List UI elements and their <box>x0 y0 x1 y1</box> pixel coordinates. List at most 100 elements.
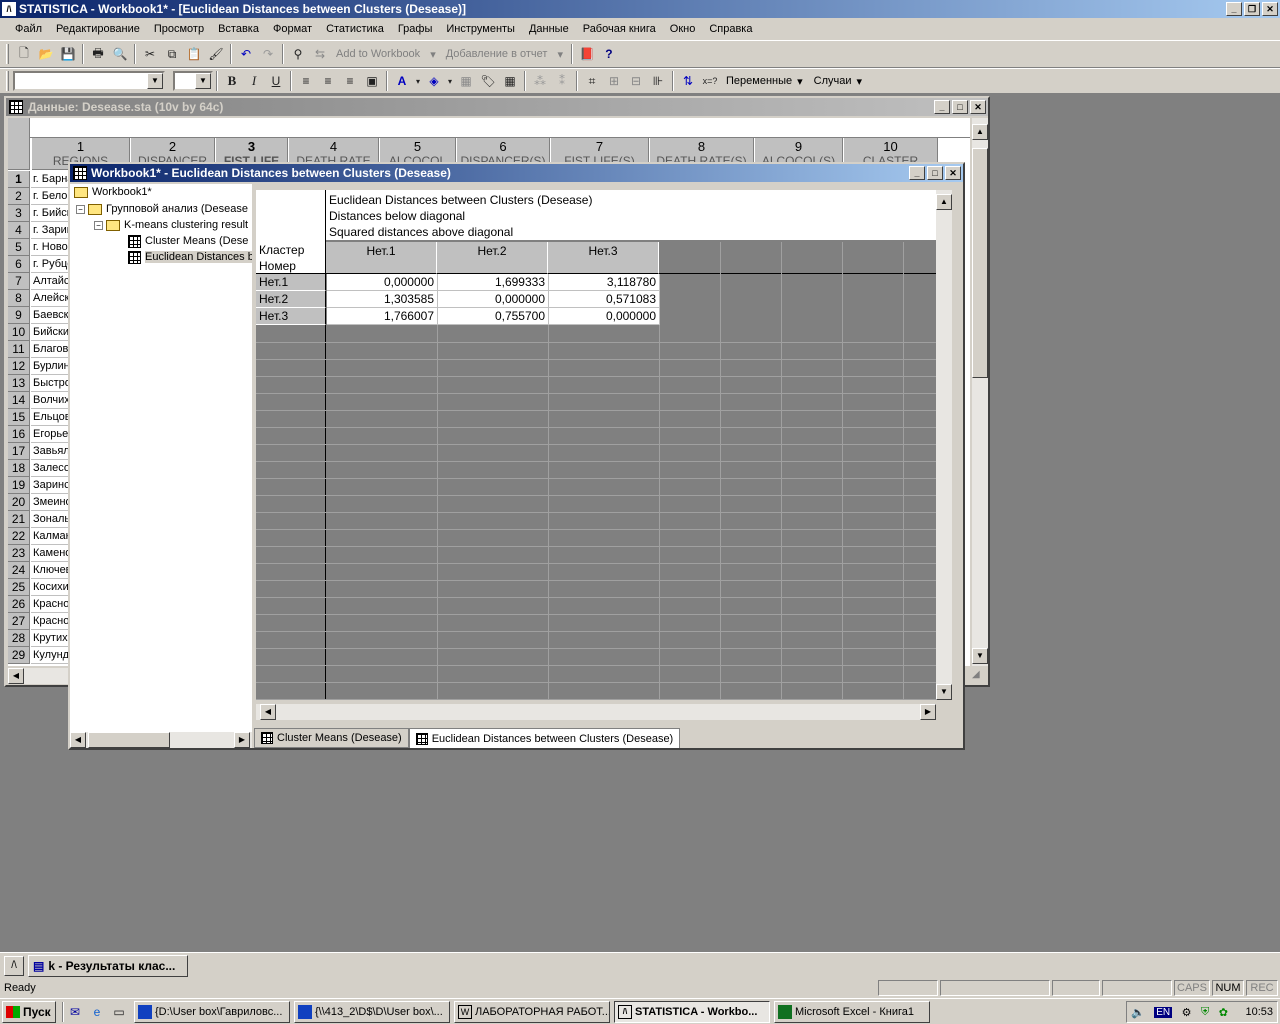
open-folder-icon[interactable]: 📂 <box>35 43 57 65</box>
statistica-app-icon[interactable]: /\ <box>2 2 16 16</box>
chevron-down-icon[interactable]: ▼ <box>147 73 163 89</box>
row-header[interactable]: 5 <box>8 239 30 256</box>
row-header[interactable]: 20 <box>8 494 30 511</box>
fill-color-icon[interactable]: ◈ <box>423 70 445 92</box>
scroll-down-icon[interactable]: ▼ <box>936 684 952 700</box>
maximize-button[interactable]: □ <box>952 100 968 114</box>
row-header[interactable]: 16 <box>8 426 30 443</box>
align-right-icon[interactable]: ≡ <box>339 70 361 92</box>
menu-file[interactable]: Файл <box>8 23 49 35</box>
quick-launch-ie-icon[interactable]: e <box>86 1001 108 1023</box>
tab-euclidean-distances[interactable]: Euclidean Distances between Clusters (De… <box>408 728 681 748</box>
distance-cell[interactable]: 0,755700 <box>438 308 549 325</box>
row-header[interactable]: 18 <box>8 460 30 477</box>
row-header[interactable]: 11 <box>8 341 30 358</box>
sort-icon[interactable]: ⇅ <box>677 70 699 92</box>
maximize-button[interactable]: □ <box>927 166 943 180</box>
collapse-icon[interactable]: − <box>76 204 85 214</box>
format-painter-icon[interactable]: 🖌 <box>205 43 227 65</box>
grid-toggle-icon[interactable]: ▦ <box>499 70 521 92</box>
add-to-workbook-dropdown-icon[interactable]: ▾ <box>425 48 441 61</box>
borders-icon[interactable]: ▦ <box>455 70 477 92</box>
row-header[interactable]: 17 <box>8 443 30 460</box>
resize-grip-icon[interactable]: ◢ <box>972 669 986 683</box>
network-icon[interactable]: ⚙ <box>1182 1006 1192 1019</box>
row-header[interactable]: 8 <box>8 290 30 307</box>
row-header[interactable]: 25 <box>8 579 30 596</box>
align-center-icon[interactable]: ≡ <box>317 70 339 92</box>
minimize-button[interactable]: _ <box>934 100 950 114</box>
formula-icon[interactable]: x=? <box>699 70 721 92</box>
cut-icon[interactable]: ✂ <box>139 43 161 65</box>
cases-menu-button[interactable]: Случаи <box>809 75 857 87</box>
tree-kmeans[interactable]: − K-means clustering result <box>94 217 248 233</box>
row-header[interactable]: 27 <box>8 613 30 630</box>
tree-euclidean-distances[interactable]: Euclidean Distances b <box>128 249 254 265</box>
format-cells-icon[interactable]: ▣ <box>361 70 383 92</box>
undo-icon[interactable]: ↶ <box>235 43 257 65</box>
insert-rows-icon[interactable]: ⊞ <box>603 70 625 92</box>
variables-dropdown-icon[interactable]: ▾ <box>797 75 803 88</box>
quick-launch-desktop-icon[interactable]: ▭ <box>108 1001 130 1023</box>
shuffle-icon[interactable]: ⌗ <box>581 70 603 92</box>
scroll-down-icon[interactable]: ▼ <box>972 648 988 664</box>
menu-edit[interactable]: Редактирование <box>49 23 147 35</box>
font-size-combo[interactable]: ▼ <box>173 71 213 91</box>
menu-help[interactable]: Справка <box>702 23 759 35</box>
redo-icon[interactable]: ↷ <box>257 43 279 65</box>
cases-dropdown-icon[interactable]: ▾ <box>857 75 863 88</box>
data-vertical-scrollbar[interactable]: ▲ ▼ <box>972 118 988 666</box>
close-button[interactable]: ✕ <box>945 166 961 180</box>
sheet-vertical-scrollbar[interactable]: ▲ ▼ <box>936 190 952 700</box>
close-button[interactable]: ✕ <box>1262 2 1278 16</box>
distance-cell[interactable]: 1,699333 <box>438 274 549 291</box>
menu-statistics[interactable]: Статистика <box>319 23 391 35</box>
row-header[interactable]: 10 <box>8 324 30 341</box>
close-button[interactable]: ✕ <box>970 100 986 114</box>
row-header[interactable]: 1 <box>8 171 30 188</box>
row-header[interactable]: 9 <box>8 307 30 324</box>
add-to-report-dropdown-icon[interactable]: ▾ <box>552 48 568 61</box>
volume-icon[interactable]: 🔈 <box>1131 1006 1145 1019</box>
scroll-up-icon[interactable]: ▲ <box>972 124 988 140</box>
case-specs-icon[interactable]: ⁑ <box>551 70 573 92</box>
menu-tools[interactable]: Инструменты <box>439 23 522 35</box>
italic-button[interactable]: I <box>243 70 265 92</box>
task-excel[interactable]: Microsoft Excel - Книга1 <box>774 1000 930 1023</box>
marker-icon[interactable]: 🏷 <box>477 70 499 92</box>
row-header[interactable]: 22 <box>8 528 30 545</box>
row-header[interactable]: 7 <box>8 273 30 290</box>
distance-cell[interactable]: 0,000000 <box>327 274 438 291</box>
add-to-workbook-button[interactable]: Add to Workbook <box>331 48 425 60</box>
menu-window[interactable]: Окно <box>663 23 703 35</box>
chevron-down-icon[interactable]: ▼ <box>195 73 211 89</box>
distance-cell[interactable]: 0,000000 <box>549 308 660 325</box>
fill-color-dropdown-icon[interactable]: ▾ <box>445 70 455 92</box>
copy-icon[interactable]: ⧉ <box>161 43 183 65</box>
sheet-column-header[interactable]: Нет.1 <box>326 242 437 274</box>
task-explorer-2[interactable]: {\\413_2\D$\D\User box\... <box>294 1000 450 1023</box>
results-spreadsheet[interactable]: Кластер Номер Euclidean Distances betwee… <box>256 190 936 700</box>
row-header[interactable]: 26 <box>8 596 30 613</box>
collapse-icon[interactable]: − <box>94 220 103 230</box>
scroll-up-icon[interactable]: ▲ <box>936 194 952 210</box>
row-header[interactable]: 14 <box>8 392 30 409</box>
bold-button[interactable]: B <box>221 70 243 92</box>
toolbar-grip[interactable] <box>6 44 9 64</box>
tree-cluster-means[interactable]: Cluster Means (Dese <box>128 233 248 249</box>
data-window-title-bar[interactable]: Данные: Desease.sta (10v by 64c) _ □ ✕ <box>6 98 988 116</box>
menu-format[interactable]: Формат <box>266 23 319 35</box>
restore-button[interactable]: ❐ <box>1244 2 1260 16</box>
task-word[interactable]: W ЛАБОРАТОРНАЯ РАБОТ... <box>454 1000 610 1023</box>
replace-icon[interactable]: ⇆ <box>309 43 331 65</box>
scroll-left-icon[interactable]: ◀ <box>260 704 276 720</box>
row-header[interactable]: 21 <box>8 511 30 528</box>
tray-app-icon[interactable]: ✿ <box>1219 1006 1228 1019</box>
row-header[interactable]: 3 <box>8 205 30 222</box>
print-icon[interactable]: 🖶 <box>87 43 109 65</box>
workbook-tree[interactable]: Workbook1* − Групповой анализ (Desease −… <box>70 184 254 748</box>
sheet-row-header[interactable]: Нет.1 <box>256 274 326 291</box>
menu-data[interactable]: Данные <box>522 23 576 35</box>
start-button[interactable]: Пуск <box>2 1000 56 1023</box>
minimized-results-window[interactable]: ▤ k - Результаты клас... <box>28 955 188 977</box>
